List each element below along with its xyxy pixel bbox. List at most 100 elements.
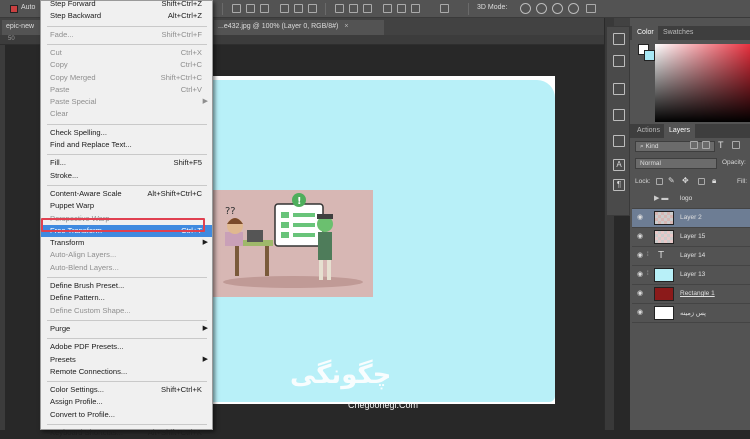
- layer-row-4[interactable]: ◉ ⁞ T Layer 14: [632, 247, 750, 266]
- menu-separator: [47, 277, 207, 278]
- lock-image-icon[interactable]: ✎: [668, 176, 675, 185]
- distribute-bottom-icon[interactable]: [363, 4, 372, 13]
- tool-presets-icon[interactable]: [613, 135, 625, 147]
- lock-position-icon[interactable]: ✥: [682, 176, 689, 185]
- 3d-roll-icon[interactable]: [536, 3, 547, 14]
- distribute-middle-icon[interactable]: [349, 4, 358, 13]
- align-middle-icon[interactable]: [246, 4, 255, 13]
- layer-2-illustration[interactable]: ?? !: [213, 190, 373, 297]
- menu-item-copy-merged[interactable]: Copy Merged Shift+Ctrl+C: [41, 72, 212, 84]
- menu-item-step-forward[interactable]: Step Forward Shift+Ctrl+Z: [41, 0, 212, 10]
- history-icon[interactable]: [613, 33, 625, 45]
- menu-item-shortcut: Ctrl+X: [180, 47, 202, 57]
- distribute-top-icon[interactable]: [335, 4, 344, 13]
- lock-all-icon[interactable]: 🔒︎: [712, 176, 716, 186]
- menu-item-copy[interactable]: Copy Ctrl+C: [41, 59, 212, 71]
- menu-item-label: Assign Profile...: [50, 397, 103, 407]
- tab-actions[interactable]: Actions: [632, 124, 665, 138]
- menu-item-find-and-replace-text[interactable]: Find and Replace Text...: [41, 139, 212, 151]
- visibility-eye-icon[interactable]: ◉: [637, 290, 645, 298]
- menu-item-content-aware-scale[interactable]: Content-Aware Scale Alt+Shift+Ctrl+C: [41, 188, 212, 200]
- lock-artboard-icon[interactable]: [698, 178, 705, 185]
- menu-item-define-custom-shape[interactable]: Define Custom Shape...: [41, 305, 212, 317]
- layer-row-2[interactable]: ◉ Layer 2: [632, 209, 750, 228]
- menu-item-transform[interactable]: Transform ▶: [41, 237, 212, 249]
- distribute-right-icon[interactable]: [411, 4, 420, 13]
- document-tab-active[interactable]: ...e432.jpg @ 100% (Layer 0, RGB/8#) ×: [214, 20, 384, 35]
- distribute-left-icon[interactable]: [383, 4, 392, 13]
- menu-item-label: Step Backward: [50, 11, 102, 21]
- visibility-eye-icon[interactable]: ◉: [637, 309, 645, 317]
- menu-item-clear[interactable]: Clear: [41, 108, 212, 120]
- menu-item-define-pattern[interactable]: Define Pattern...: [41, 292, 212, 304]
- auto-select-checkbox[interactable]: [10, 5, 18, 13]
- menu-item-label: Clear: [50, 109, 69, 119]
- menu-item-check-spelling[interactable]: Check Spelling...: [41, 127, 212, 139]
- menu-item-auto-align-layers[interactable]: Auto-Align Layers...: [41, 249, 212, 261]
- 3d-scale-icon[interactable]: [586, 4, 596, 13]
- filter-type-icon[interactable]: T: [718, 140, 724, 150]
- menu-item-define-brush-preset[interactable]: Define Brush Preset...: [41, 280, 212, 292]
- auto-align-icon[interactable]: [440, 4, 449, 13]
- tab-swatches[interactable]: Swatches: [658, 26, 699, 40]
- tab-color[interactable]: Color: [632, 26, 659, 40]
- close-tab-icon[interactable]: ×: [344, 23, 348, 30]
- menu-item-fade[interactable]: Fade... Shift+Ctrl+F: [41, 29, 212, 41]
- align-center-icon[interactable]: [294, 4, 303, 13]
- document-tab-epic[interactable]: epic-new: [2, 20, 40, 35]
- tab-layers[interactable]: Layers: [664, 124, 696, 138]
- distribute-center-icon[interactable]: [397, 4, 406, 13]
- menu-item-label: Color Settings...: [50, 385, 105, 395]
- layer-row-7[interactable]: ◉ پس زمینه: [632, 304, 750, 323]
- menu-item-convert-to-profile[interactable]: Convert to Profile...: [41, 409, 212, 421]
- menu-item-paste-special[interactable]: Paste Special ▶: [41, 96, 212, 108]
- visibility-eye-icon[interactable]: ◉: [637, 233, 645, 241]
- visibility-eye-icon[interactable]: ◉: [637, 252, 645, 260]
- lock-transparent-icon[interactable]: [656, 178, 663, 185]
- character-icon[interactable]: A: [613, 159, 625, 171]
- color-picker-field[interactable]: [655, 44, 750, 122]
- menu-item-color-settings[interactable]: Color Settings... Shift+Ctrl+K: [41, 384, 212, 396]
- menu-item-label: Check Spelling...: [50, 127, 107, 137]
- visibility-eye-icon[interactable]: ◉: [637, 271, 645, 279]
- filter-pixel-icon[interactable]: [690, 141, 698, 149]
- properties-icon[interactable]: [613, 55, 625, 67]
- filter-shape-icon[interactable]: [732, 141, 740, 149]
- 3d-drag-icon[interactable]: [552, 3, 563, 14]
- menu-item-cut[interactable]: Cut Ctrl+X: [41, 47, 212, 59]
- 3d-slide-icon[interactable]: [568, 3, 579, 14]
- brush-icon[interactable]: [613, 83, 625, 95]
- layer-row-1[interactable]: ▶ ▬ logo: [632, 190, 750, 209]
- menu-item-purge[interactable]: Purge ▶: [41, 323, 212, 335]
- paragraph-icon[interactable]: ¶: [613, 179, 625, 191]
- menu-item-adobe-pdf-presets[interactable]: Adobe PDF Presets...: [41, 341, 212, 353]
- visibility-eye-icon[interactable]: [637, 195, 645, 203]
- background-color-swatch[interactable]: [644, 50, 655, 61]
- align-right-icon[interactable]: [308, 4, 317, 13]
- visibility-eye-icon[interactable]: ◉: [637, 214, 645, 222]
- menu-item-auto-blend-layers[interactable]: Auto-Blend Layers...: [41, 262, 212, 274]
- align-bottom-icon[interactable]: [260, 4, 269, 13]
- folder-icon[interactable]: ▶ ▬: [654, 194, 668, 202]
- menu-item-step-backward[interactable]: Step Backward Alt+Ctrl+Z: [41, 10, 212, 22]
- menu-separator: [47, 154, 207, 156]
- menu-item-remote-connections[interactable]: Remote Connections...: [41, 366, 212, 378]
- menu-item-stroke[interactable]: Stroke...: [41, 170, 212, 182]
- menu-item-presets[interactable]: Presets ▶: [41, 354, 212, 366]
- layer-row-6[interactable]: ◉ Rectangle 1: [632, 285, 750, 304]
- 3d-orbit-icon[interactable]: [520, 3, 531, 14]
- layer-row-3[interactable]: ◉ Layer 15: [632, 228, 750, 247]
- blend-mode-select[interactable]: Normal: [635, 158, 717, 169]
- layer-row-5[interactable]: ◉ ⁞ Layer 13: [632, 266, 750, 285]
- clone-source-icon[interactable]: [613, 109, 625, 121]
- menu-item-paste[interactable]: Paste Ctrl+V: [41, 84, 212, 96]
- toolbar-separator: [222, 3, 223, 15]
- layer-thumbnail: [654, 211, 674, 225]
- filter-adjust-icon[interactable]: [702, 141, 710, 149]
- menu-item-keyboard-shortcuts[interactable]: Keyboard Shortcuts... Alt+Shift+Ctrl+K: [41, 427, 212, 439]
- menu-item-puppet-warp[interactable]: Puppet Warp: [41, 200, 212, 212]
- menu-item-assign-profile[interactable]: Assign Profile...: [41, 396, 212, 408]
- align-top-icon[interactable]: [232, 4, 241, 13]
- align-left-icon[interactable]: [280, 4, 289, 13]
- menu-item-fill[interactable]: Fill... Shift+F5: [41, 157, 212, 169]
